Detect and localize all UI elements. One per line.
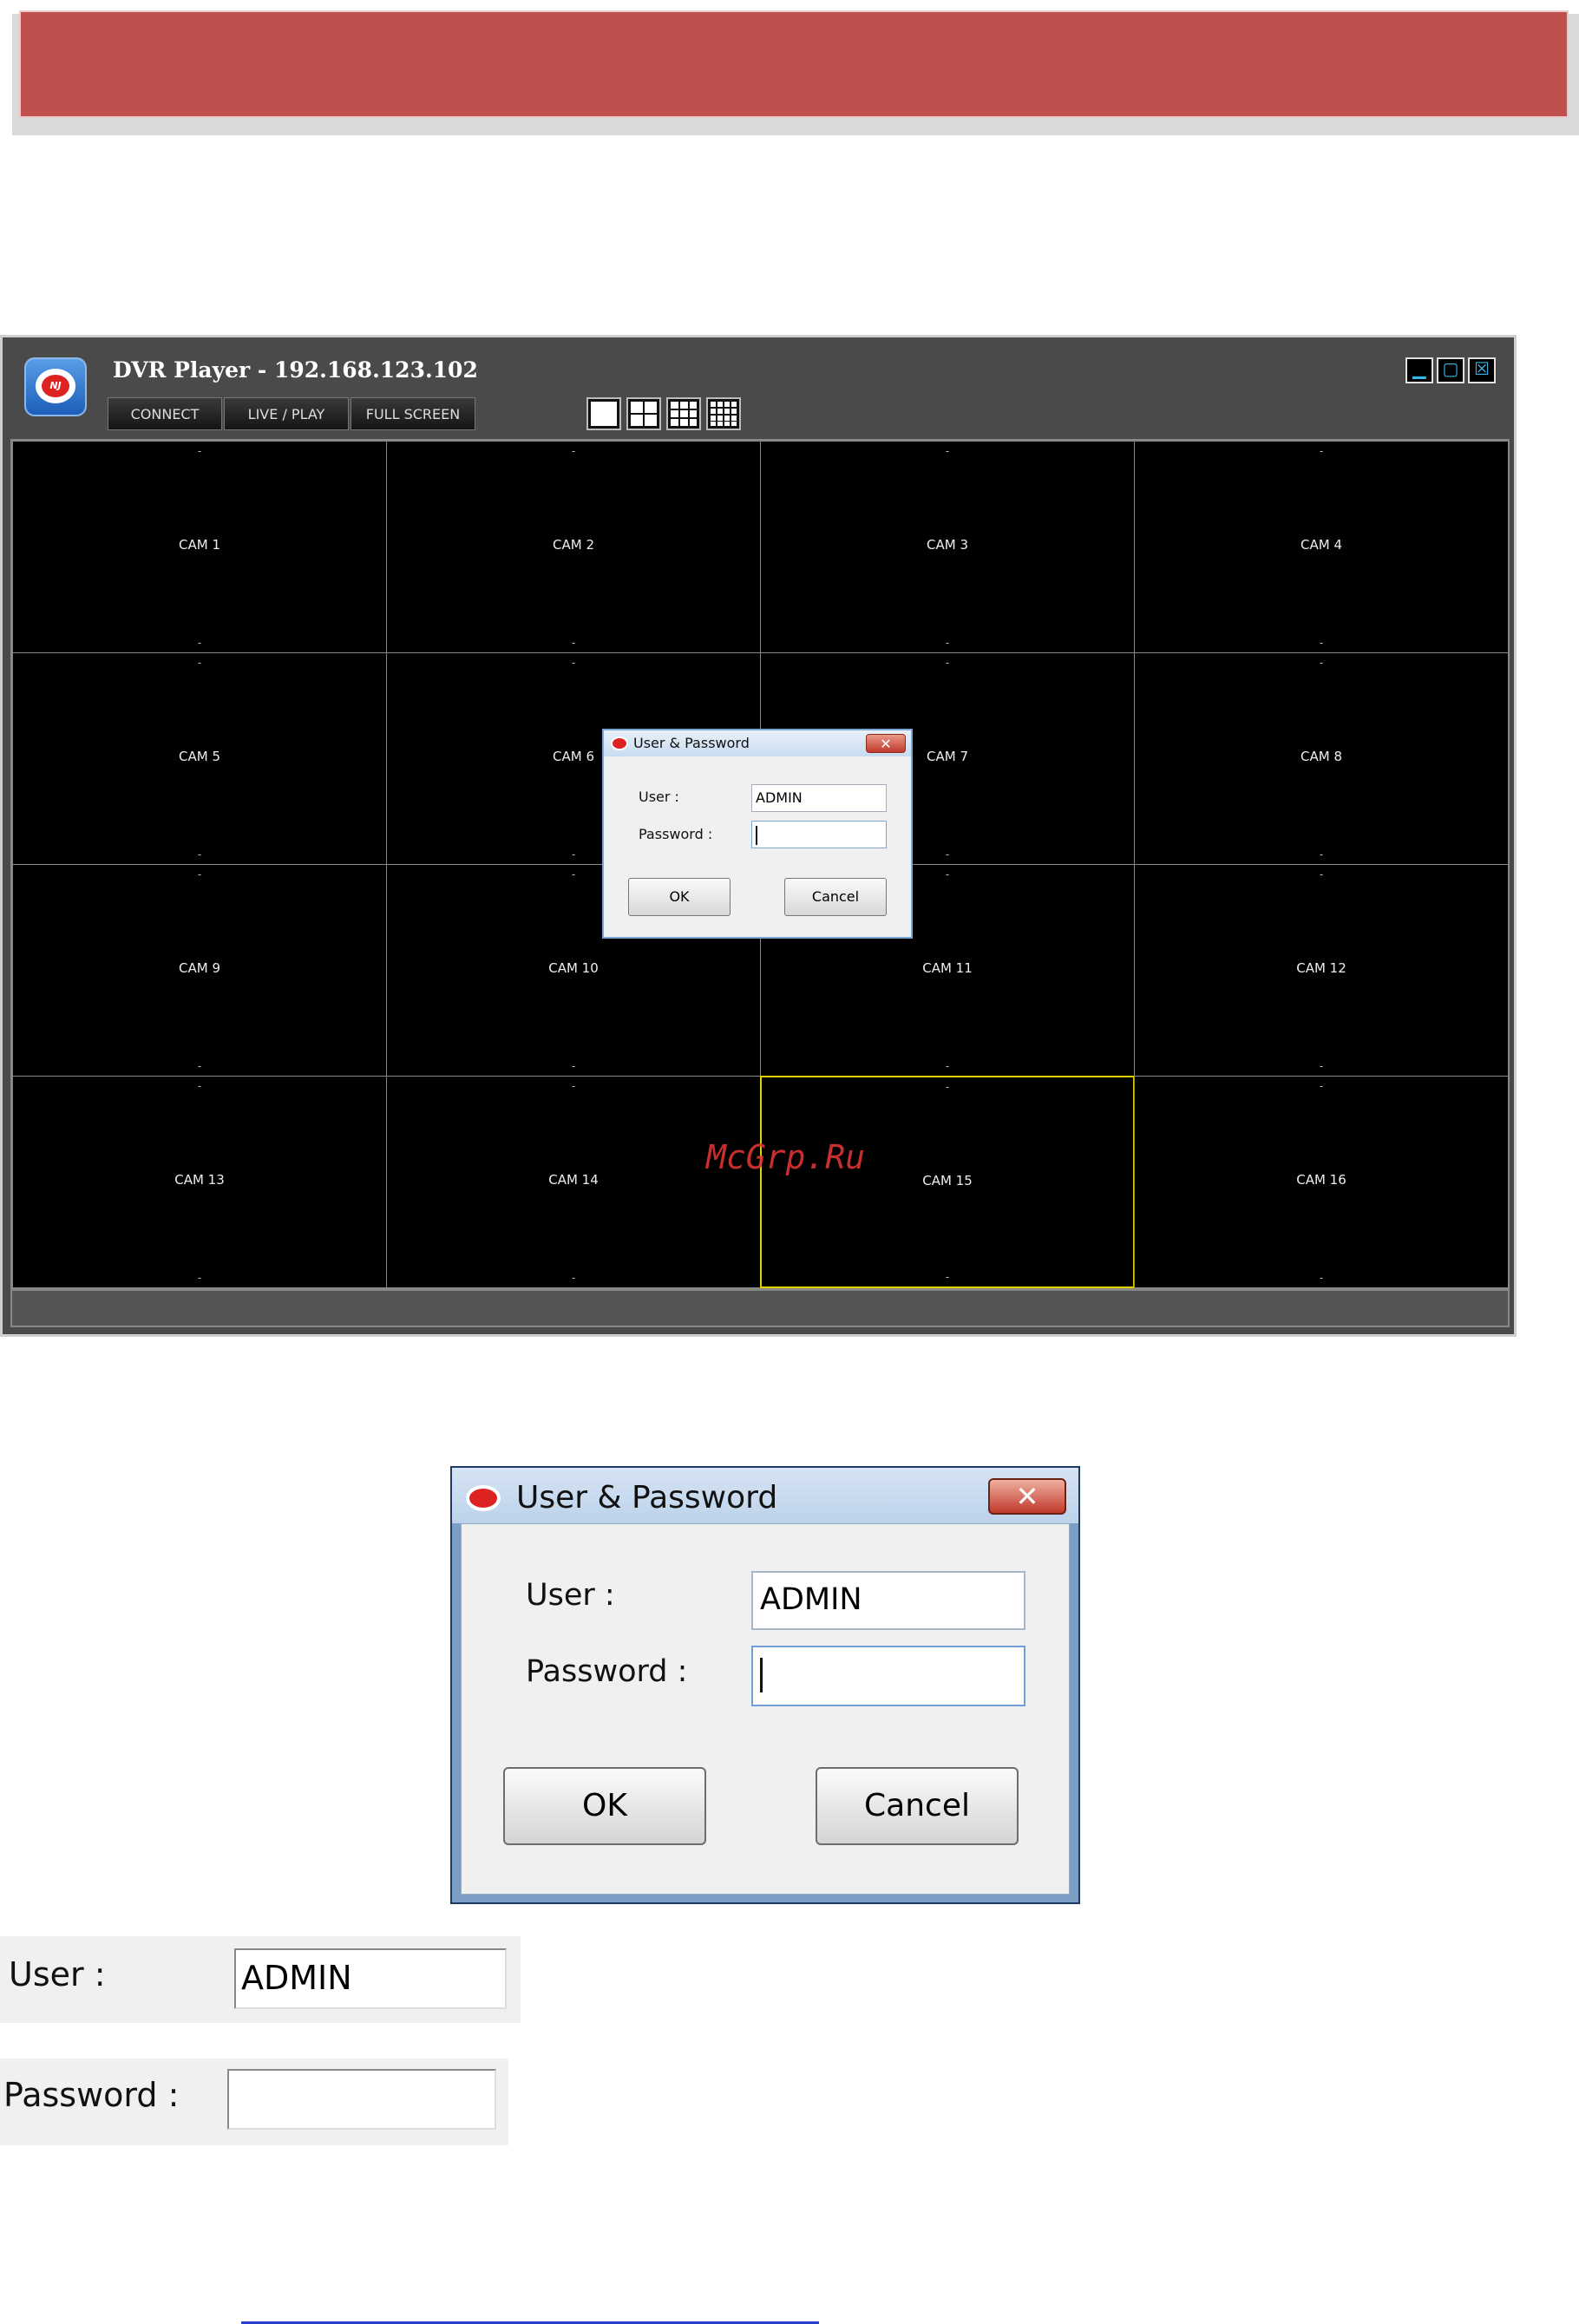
- cam-bottom-status: -: [1319, 637, 1324, 649]
- password-input[interactable]: [751, 1646, 1025, 1706]
- camera-cell[interactable]: - CAM 3 -: [760, 441, 1135, 653]
- cam-bottom-status: -: [571, 1060, 576, 1072]
- cam-label: CAM 5: [179, 749, 220, 764]
- zoomed-password-field: Password :: [0, 2059, 508, 2145]
- ok-button[interactable]: OK: [628, 878, 731, 916]
- cam-bottom-status: -: [1319, 1060, 1324, 1072]
- cam-bottom-status: -: [945, 1060, 950, 1072]
- password-input[interactable]: [751, 821, 887, 848]
- cam-bottom-status: -: [1319, 1272, 1324, 1284]
- user-label: User :: [9, 1955, 106, 1993]
- camera-cell[interactable]: - CAM 1 -: [12, 441, 387, 653]
- user-input[interactable]: ADMIN: [751, 1571, 1025, 1630]
- cam-top-status: -: [571, 657, 576, 669]
- ok-button[interactable]: OK: [503, 1767, 706, 1845]
- layout-4-icon[interactable]: [626, 397, 661, 430]
- cam-bottom-status: -: [945, 1271, 950, 1283]
- cam-bottom-status: -: [197, 637, 202, 649]
- full-screen-button[interactable]: FULL SCREEN: [351, 397, 475, 430]
- dialog-title: User & Password: [633, 735, 750, 751]
- cam-bottom-status: -: [571, 637, 576, 649]
- app-logo-icon: [466, 1485, 501, 1511]
- cam-top-status: -: [197, 868, 202, 881]
- layout-1-icon[interactable]: [586, 397, 621, 430]
- camera-cell[interactable]: - CAM 8 -: [1134, 652, 1509, 865]
- camera-cell[interactable]: - CAM 2 -: [386, 441, 761, 653]
- close-icon[interactable]: ✕: [866, 734, 906, 753]
- camera-cell[interactable]: - CAM 9 -: [12, 864, 387, 1077]
- live-play-button[interactable]: LIVE / PLAY: [224, 397, 349, 430]
- dialog-titlebar: User & Password ✕: [604, 730, 911, 756]
- watermark-text: McGrp.Ru: [706, 1138, 866, 1176]
- login-dialog-small: User & Password ✕ User : ADMIN Password …: [602, 729, 913, 939]
- password-label: Password :: [639, 826, 713, 842]
- cam-label: CAM 8: [1301, 749, 1342, 764]
- camera-cell[interactable]: - CAM 12 -: [1134, 864, 1509, 1077]
- cam-top-status: -: [197, 445, 202, 457]
- connect-button[interactable]: CONNECT: [108, 397, 222, 430]
- cam-top-status: -: [571, 445, 576, 457]
- layout-16-icon[interactable]: [706, 397, 741, 430]
- camera-cell[interactable]: - CAM 13 -: [12, 1076, 387, 1288]
- dialog-body: User : ADMIN Password : OK Cancel: [461, 1523, 1070, 1895]
- cam-label: CAM 1: [179, 537, 220, 553]
- cam-bottom-status: -: [571, 1272, 576, 1284]
- cam-label: CAM 14: [548, 1172, 599, 1188]
- cam-label: CAM 11: [922, 960, 973, 976]
- header-banner: [19, 10, 1569, 118]
- layout-9-icon[interactable]: [666, 397, 701, 430]
- camera-cell[interactable]: - CAM 5 -: [12, 652, 387, 865]
- dialog-title: User & Password: [516, 1480, 778, 1516]
- cam-bottom-status: -: [197, 848, 202, 861]
- cam-top-status: -: [945, 445, 950, 457]
- cam-label: CAM 4: [1301, 537, 1342, 553]
- cam-top-status: -: [197, 657, 202, 669]
- cam-top-status: -: [1319, 445, 1324, 457]
- app-logo-icon: [611, 736, 628, 750]
- cam-top-status: -: [1319, 1080, 1324, 1092]
- cam-label: CAM 16: [1296, 1172, 1346, 1188]
- cam-top-status: -: [197, 1080, 202, 1092]
- cam-top-status: -: [571, 1080, 576, 1092]
- cam-bottom-status: -: [197, 1060, 202, 1072]
- cam-bottom-status: -: [1319, 848, 1324, 861]
- status-bar: [10, 1289, 1510, 1327]
- camera-cell[interactable]: - CAM 16 -: [1134, 1076, 1509, 1288]
- password-label: Password :: [526, 1654, 688, 1689]
- password-input[interactable]: [227, 2069, 496, 2130]
- user-input[interactable]: ADMIN: [234, 1948, 507, 2009]
- cam-label: CAM 3: [927, 537, 968, 553]
- cam-top-status: -: [1319, 868, 1324, 881]
- camera-cell[interactable]: - CAM 14 -: [386, 1076, 761, 1288]
- cam-bottom-status: -: [197, 1272, 202, 1284]
- cam-label: CAM 9: [179, 960, 220, 976]
- close-icon[interactable]: ☒: [1468, 357, 1496, 383]
- password-label: Password :: [3, 2076, 180, 2114]
- login-dialog-large: User & Password ✕ User : ADMIN Password …: [450, 1466, 1080, 1904]
- camera-cell-selected[interactable]: - CAM 15-: [760, 1076, 1135, 1288]
- cam-label: CAM 12: [1296, 960, 1346, 976]
- cancel-button[interactable]: Cancel: [816, 1767, 1019, 1845]
- window-title: DVR Player - 192.168.123.102: [113, 357, 478, 383]
- dialog-titlebar: User & Password ✕: [452, 1468, 1078, 1523]
- maximize-icon[interactable]: ▢: [1437, 357, 1464, 383]
- cam-bottom-status: -: [945, 637, 950, 649]
- cam-label: CAM 13: [174, 1172, 225, 1188]
- cam-label: CAM 2: [553, 537, 594, 553]
- zoomed-user-field: User : ADMIN: [0, 1936, 521, 2023]
- cancel-button[interactable]: Cancel: [784, 878, 887, 916]
- cam-top-status: -: [1319, 657, 1324, 669]
- cam-label: CAM 10: [548, 960, 599, 976]
- user-label: User :: [639, 789, 679, 805]
- user-label: User :: [526, 1578, 615, 1613]
- close-icon[interactable]: ✕: [988, 1478, 1066, 1515]
- minimize-icon[interactable]: ▁: [1405, 357, 1433, 383]
- cam-top-status: -: [945, 1081, 950, 1093]
- camera-cell[interactable]: - CAM 4 -: [1134, 441, 1509, 653]
- cam-top-status: -: [945, 657, 950, 669]
- user-input[interactable]: ADMIN: [751, 784, 887, 812]
- app-logo-icon: NJ: [24, 357, 87, 416]
